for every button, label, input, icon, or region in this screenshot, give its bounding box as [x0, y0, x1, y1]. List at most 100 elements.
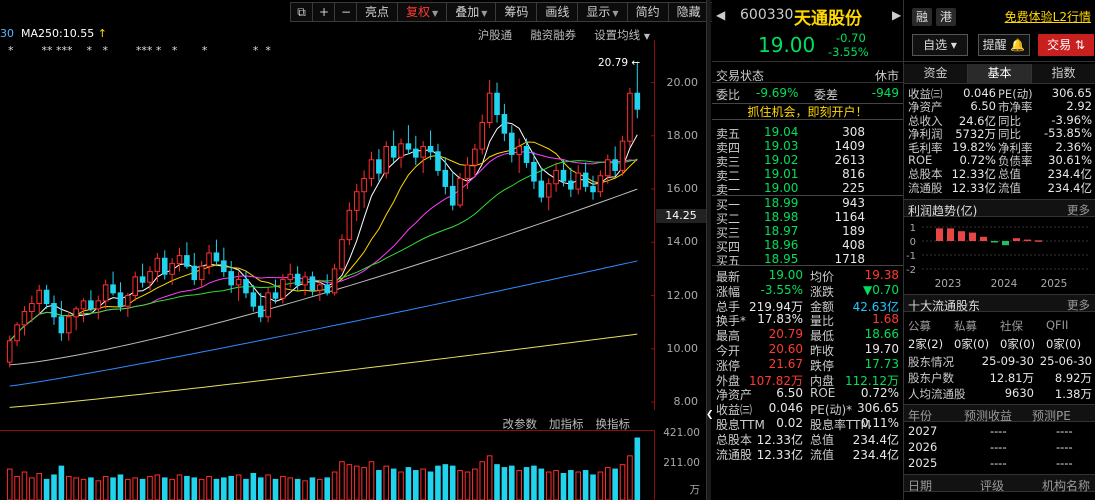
candle-up — [472, 148, 478, 166]
chips-button[interactable]: 筹码 — [496, 3, 538, 21]
candle-up — [545, 183, 552, 198]
fund-value: 19.82% — [952, 139, 996, 154]
volume-bar-up — [383, 465, 390, 500]
holder-count: 0家(0) — [1046, 337, 1082, 351]
volume-bar-down — [560, 472, 567, 500]
ask-row[interactable]: 卖一 19.00 225 — [712, 181, 903, 197]
fund-value: 6.50 — [970, 99, 996, 114]
volume-bar-down — [568, 470, 574, 500]
profit-more-link[interactable]: 更多 — [1067, 202, 1090, 218]
book-divider — [712, 265, 903, 266]
display-button[interactable]: 显示 ▼ — [578, 3, 628, 21]
volume-bar-up — [420, 468, 426, 500]
hide-button[interactable]: 隐藏 — [669, 3, 710, 21]
ask-price: 19.00 — [764, 181, 799, 195]
tab-funds[interactable]: 资金 — [904, 64, 968, 84]
ask-row[interactable]: 卖三 19.02 2613 — [712, 153, 903, 169]
ma5-line — [9, 121, 638, 342]
chart-toolbar: ⧉ + − 亮点 复权▼ 叠加▼ 筹码 画线 显示▼ 简约 隐藏 ❯❯ — [290, 2, 736, 22]
candle-down — [117, 292, 124, 307]
price-tick: 16.00 — [666, 182, 699, 196]
next-stock-icon[interactable]: ▶ — [892, 8, 901, 22]
volume-bar-up — [479, 461, 486, 500]
ask-row[interactable]: 卖二 19.01 816 — [712, 167, 903, 183]
kline-chart-panel[interactable]: ⧉ + − 亮点 复权▼ 叠加▼ 筹码 画线 显示▼ 简约 隐藏 ❯❯ 30 M… — [0, 0, 736, 500]
forecast-col-year: 年份 — [908, 409, 933, 423]
panel-divider[interactable] — [706, 0, 711, 500]
candle-down — [449, 185, 456, 206]
volume-bar-down — [139, 478, 146, 500]
tab-fundamentals[interactable]: 基本 — [968, 64, 1032, 84]
profit-bar-positive — [980, 236, 987, 241]
stock-name: 天通股份 — [794, 9, 862, 29]
candle-down — [590, 185, 596, 193]
kline-plot[interactable] — [0, 40, 655, 410]
candle-up — [575, 172, 582, 190]
volume-bar-up — [176, 474, 183, 500]
draw-line-button[interactable]: 画线 — [537, 3, 579, 21]
trade-button[interactable]: 交易 ⇅ — [1038, 34, 1094, 56]
window-icon[interactable]: ⧉ — [291, 3, 313, 21]
candle-down — [191, 265, 198, 281]
volume-bar-up — [287, 477, 294, 500]
volume-bar-down — [58, 465, 65, 500]
high-price-annotation: 20.79 ← — [598, 57, 641, 69]
candle-down — [442, 169, 449, 187]
holder-stat-label: 股东户数 — [908, 371, 954, 385]
volume-bar-down — [538, 468, 545, 500]
quote-stat-row: 换手* 17.83% 量比 1.68 — [712, 312, 903, 328]
highlight-button[interactable]: 亮点 — [357, 3, 399, 21]
simple-button[interactable]: 简约 — [628, 3, 669, 21]
holder-type: 私募 — [954, 319, 977, 333]
ask-row[interactable]: 卖五 19.04 308 — [712, 125, 903, 141]
holder-count-row: 2家(2) 0家(0) 0家(0) 0家(0) — [904, 336, 1095, 351]
free-l2-trial-link[interactable]: 免费体验L2行情 — [1005, 8, 1091, 25]
volume-bar-down — [590, 474, 596, 500]
bid-row[interactable]: 买一 18.99 943 — [712, 196, 903, 212]
overlay-button[interactable]: 叠加 ▼ — [447, 3, 497, 21]
fundamental-row: 净利润 5732万 同比 -53.85% — [904, 126, 1095, 141]
volume-bar-down — [324, 477, 330, 500]
candle-down — [612, 159, 618, 171]
volume-bar-down — [531, 465, 537, 500]
volume-bar-up — [604, 467, 611, 500]
prev-stock-icon[interactable]: ◀ — [716, 8, 725, 22]
tab-index[interactable]: 指数 — [1032, 64, 1095, 84]
bid-row[interactable]: 买四 18.96 408 — [712, 238, 903, 254]
stat-value: 234.4亿 — [852, 447, 899, 462]
volume-bar-up — [619, 464, 626, 500]
price-tick: 10.00 — [666, 341, 699, 355]
candle-up — [29, 303, 35, 313]
watchlist-button[interactable]: 自选 ▾ — [912, 34, 968, 56]
bid-row[interactable]: 买三 18.97 189 — [712, 224, 903, 240]
ask-volume: 2613 — [834, 153, 865, 167]
ask-row[interactable]: 卖四 19.03 1409 — [712, 139, 903, 155]
volume-bar-down — [508, 465, 515, 500]
chevron-down-icon: ▼ — [432, 9, 439, 18]
stat-value: 0.11% — [860, 416, 899, 430]
open-account-promo-link[interactable]: 抓住机会，即刻开户！ — [712, 103, 903, 120]
adjust-button[interactable]: 复权 ▼ — [398, 3, 448, 21]
alert-button[interactable]: 提醒 🔔 — [978, 34, 1030, 56]
volume-plot[interactable] — [0, 430, 655, 500]
fundamental-row: 毛利率 19.82% 净利率 2.36% — [904, 139, 1095, 155]
candle-down — [228, 271, 234, 286]
forecast-row: 2026 ---- ---- — [904, 440, 1095, 455]
stat-value: 18.66 — [864, 327, 899, 342]
volume-bar-up — [65, 475, 72, 500]
profit-bar-negative — [1002, 241, 1009, 246]
volume-bar-up — [169, 478, 175, 500]
candle-down — [43, 289, 50, 305]
price-tick: 18.00 — [666, 128, 699, 142]
bid-row[interactable]: 买二 18.98 1164 — [712, 210, 903, 226]
zoom-in-button[interactable]: + — [313, 3, 335, 21]
candle-down — [634, 92, 641, 110]
zoom-out-button[interactable]: − — [335, 3, 357, 21]
stat-value: 0.046 — [768, 401, 803, 416]
stock-header: ◀ 600330 天通股份 19.00 -0.70 -3.55% — [712, 0, 903, 62]
volume-bar-up — [14, 475, 20, 500]
holders-more-link[interactable]: 更多 — [1067, 297, 1090, 313]
volume-bar-up — [597, 471, 604, 500]
candle-up — [331, 268, 338, 294]
volume-bar-down — [257, 477, 264, 500]
